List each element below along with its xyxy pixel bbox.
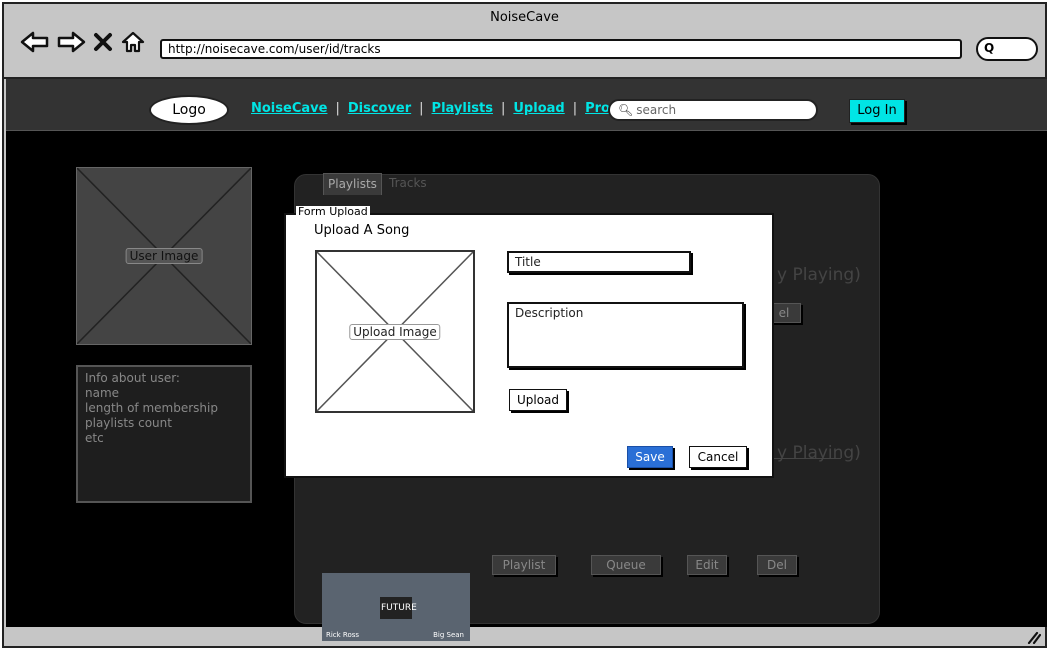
nav-separator: | <box>335 101 340 116</box>
album-cover-caption: Rick Ross <box>326 631 360 639</box>
user-info-line: Info about user: <box>85 371 180 385</box>
search-icon: 🔍︎ <box>618 103 634 117</box>
user-info-line: length of membership <box>85 401 218 415</box>
upload-image-placeholder[interactable]: Upload Image <box>315 250 475 413</box>
description-textarea[interactable]: Description <box>507 302 744 368</box>
nav-link-playlists[interactable]: Playlists <box>432 101 493 116</box>
nav-link-discover[interactable]: Discover <box>348 101 411 116</box>
nav-separator: | <box>572 101 578 116</box>
cancel-button[interactable]: Cancel <box>689 446 747 468</box>
upload-image-label: Upload Image <box>349 323 441 340</box>
site-logo[interactable]: Logo <box>149 95 229 125</box>
browser-search-field[interactable]: Q <box>976 37 1038 61</box>
add-to-playlist-button[interactable]: Playlist <box>492 555 556 575</box>
user-info-line: playlists count <box>85 416 172 430</box>
user-image-placeholder: User Image <box>76 167 252 345</box>
tab-playlists[interactable]: Playlists <box>323 173 382 195</box>
window-title: NoiseCave <box>490 10 559 25</box>
search-placeholder: search <box>636 103 677 117</box>
user-info-box: Info about user: name length of membersh… <box>76 365 252 503</box>
title-input[interactable]: Title <box>507 251 691 273</box>
site-search-input[interactable]: 🔍︎ search <box>608 99 818 121</box>
forward-arrow-icon[interactable] <box>56 30 86 54</box>
back-arrow-icon[interactable] <box>20 30 50 54</box>
modal-legend: Form Upload <box>296 205 370 218</box>
stop-x-icon[interactable] <box>92 30 114 54</box>
nav-link-noisecave[interactable]: NoiseCave <box>251 101 327 116</box>
browser-nav-buttons <box>20 30 146 54</box>
login-button[interactable]: Log In <box>849 99 905 123</box>
album-cover-caption: Big Sean <box>433 631 464 639</box>
edit-button[interactable]: Edit <box>687 555 727 575</box>
upload-file-button[interactable]: Upload <box>509 389 567 411</box>
user-info-line: etc <box>85 431 104 445</box>
tab-tracks[interactable]: Tracks <box>385 173 431 195</box>
track-title-partial: y Playing) <box>777 443 861 463</box>
nav-separator: | <box>419 101 424 116</box>
site-navbar: Logo NoiseCave | Discover | Playlists | … <box>6 79 1047 131</box>
delete-button[interactable]: Del <box>757 555 797 575</box>
home-icon[interactable] <box>120 30 146 54</box>
modal-heading: Upload A Song <box>314 223 410 238</box>
track-title-partial: y Playing) <box>777 265 861 285</box>
browser-window: NoiseCave http://noisecave.com/user/id/t… <box>2 2 1047 648</box>
user-info-line: name <box>85 386 120 400</box>
user-image-label: User Image <box>125 248 203 264</box>
upload-modal: Upload A Song Upload Image Title Descrip… <box>284 213 774 478</box>
resize-grip-icon[interactable] <box>1025 630 1041 644</box>
album-cover-title: FUTURE <box>380 597 417 619</box>
magnifier-icon: Q <box>984 41 995 55</box>
url-bar[interactable]: http://noisecave.com/user/id/tracks <box>160 39 962 59</box>
nav-separator: | <box>500 101 506 116</box>
nav-link-upload[interactable]: Upload <box>513 101 564 116</box>
save-button[interactable]: Save <box>627 446 673 468</box>
album-cover-image: FUTURE Rick Ross Big Sean <box>322 573 470 641</box>
nav-links: NoiseCave | Discover | Playlists | Uploa… <box>251 101 633 116</box>
queue-button[interactable]: Queue <box>591 555 661 575</box>
